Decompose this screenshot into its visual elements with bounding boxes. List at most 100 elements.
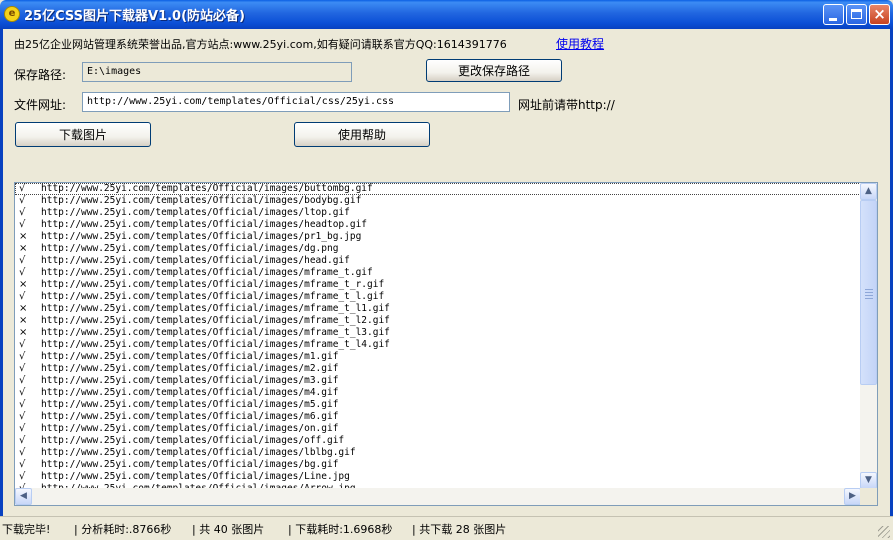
title-bar[interactable]: e 25亿CSS图片下载器V1.0(防站必备) × [0, 0, 893, 29]
status-parse-time: | 分析耗时:.8766秒 [74, 523, 172, 536]
success-check-icon: √ [19, 399, 26, 410]
file-url-input[interactable]: http://www.25yi.com/templates/Official/c… [82, 92, 510, 112]
list-item[interactable]: √ http://www.25yi.com/templates/Official/… [15, 195, 861, 207]
list-item[interactable]: √ http://www.25yi.com/templates/Official/… [15, 207, 861, 219]
save-path-label: 保存路径: [14, 68, 67, 82]
list-item-url: http://www.25yi.com/templates/Official/i… [41, 411, 339, 422]
grip-line [865, 295, 873, 296]
list-item-url: http://www.25yi.com/templates/Official/i… [41, 327, 390, 338]
fail-cross-icon: × [19, 243, 28, 254]
list-item[interactable]: √ http://www.25yi.com/templates/Official/… [15, 267, 861, 279]
close-icon: × [873, 5, 886, 23]
scroll-up-icon[interactable]: ▲ [860, 183, 877, 200]
list-item-url: http://www.25yi.com/templates/Official/i… [41, 471, 350, 482]
list-item[interactable]: √ http://www.25yi.com/templates/Official/… [15, 183, 861, 195]
grip-line [865, 292, 873, 293]
list-item-url: http://www.25yi.com/templates/Official/i… [41, 447, 356, 458]
success-check-icon: √ [19, 195, 26, 206]
list-item[interactable]: √ http://www.25yi.com/templates/Official/… [15, 339, 861, 351]
success-check-icon: √ [19, 471, 26, 482]
list-item-url: http://www.25yi.com/templates/Official/i… [41, 339, 390, 350]
success-check-icon: √ [19, 375, 26, 386]
list-item-url: http://www.25yi.com/templates/Official/i… [41, 195, 362, 206]
list-item[interactable]: √ http://www.25yi.com/templates/Official/… [15, 387, 861, 399]
list-item[interactable]: √ http://www.25yi.com/templates/Official/… [15, 351, 861, 363]
list-item[interactable]: √ http://www.25yi.com/templates/Official/… [15, 399, 861, 411]
success-check-icon: √ [19, 423, 26, 434]
success-check-icon: √ [19, 339, 26, 350]
list-item-url: http://www.25yi.com/templates/Official/i… [41, 459, 339, 470]
fail-cross-icon: × [19, 327, 28, 338]
maximize-button[interactable] [846, 4, 867, 25]
grip-line [865, 298, 873, 299]
list-item-url: http://www.25yi.com/templates/Official/i… [41, 207, 350, 218]
fail-cross-icon: × [19, 231, 28, 242]
list-item[interactable]: × http://www.25yi.com/templates/Official/… [15, 315, 861, 327]
url-hint: 网址前请带http:// [518, 98, 615, 112]
list-item-url: http://www.25yi.com/templates/Official/i… [41, 243, 339, 254]
list-item[interactable]: √ http://www.25yi.com/templates/Official/… [15, 291, 861, 303]
resize-grip-icon[interactable] [878, 526, 890, 538]
list-item-url: http://www.25yi.com/templates/Official/i… [41, 183, 373, 194]
list-item[interactable]: √ http://www.25yi.com/templates/Official/… [15, 471, 861, 483]
window-title: 25亿CSS图片下载器V1.0(防站必备) [24, 9, 245, 24]
scroll-down-icon[interactable]: ▼ [860, 472, 877, 489]
success-check-icon: √ [19, 291, 26, 302]
list-item[interactable]: √ http://www.25yi.com/templates/Official/… [15, 375, 861, 387]
download-images-button[interactable]: 下载图片 [15, 122, 151, 147]
list-item[interactable]: √ http://www.25yi.com/templates/Official/… [15, 459, 861, 471]
save-path-field[interactable]: E:\images [82, 62, 352, 82]
list-item[interactable]: × http://www.25yi.com/templates/Official/… [15, 303, 861, 315]
status-downloaded-count: | 共下载 28 张图片 [412, 523, 507, 536]
list-item[interactable]: √ http://www.25yi.com/templates/Official/… [15, 447, 861, 459]
close-button[interactable]: × [869, 4, 890, 25]
list-item-url: http://www.25yi.com/templates/Official/i… [41, 267, 373, 278]
list-item[interactable]: √ http://www.25yi.com/templates/Official/… [15, 435, 861, 447]
window-frame-left [0, 29, 3, 540]
list-item-url: http://www.25yi.com/templates/Official/i… [41, 303, 390, 314]
list-item[interactable]: × http://www.25yi.com/templates/Official/… [15, 231, 861, 243]
list-item-url: http://www.25yi.com/templates/Official/i… [41, 387, 339, 398]
file-url-label: 文件网址: [14, 98, 67, 112]
list-item[interactable]: √ http://www.25yi.com/templates/Official/… [15, 255, 861, 267]
success-check-icon: √ [19, 387, 26, 398]
fail-cross-icon: × [19, 279, 28, 290]
scrollbar-corner [860, 488, 877, 505]
scroll-thumb[interactable] [860, 200, 877, 385]
list-item[interactable]: × http://www.25yi.com/templates/Official/… [15, 327, 861, 339]
success-check-icon: √ [19, 459, 26, 470]
success-check-icon: √ [19, 207, 26, 218]
status-total-images: | 共 40 张图片 [192, 523, 265, 536]
success-check-icon: √ [19, 267, 26, 278]
list-item[interactable]: √ http://www.25yi.com/templates/Official/… [15, 219, 861, 231]
success-check-icon: √ [19, 219, 26, 230]
list-item-url: http://www.25yi.com/templates/Official/i… [41, 351, 339, 362]
list-item-url: http://www.25yi.com/templates/Official/i… [41, 399, 339, 410]
fail-cross-icon: × [19, 315, 28, 326]
minimize-button[interactable] [823, 4, 844, 25]
list-item[interactable]: √ http://www.25yi.com/templates/Official/… [15, 411, 861, 423]
vertical-scrollbar[interactable]: ▲ ▼ [860, 183, 877, 489]
success-check-icon: √ [19, 351, 26, 362]
list-item[interactable]: × http://www.25yi.com/templates/Official/… [15, 243, 861, 255]
scroll-right-icon[interactable]: ▶ [844, 488, 861, 505]
scroll-left-icon[interactable]: ◀ [15, 488, 32, 505]
list-item-url: http://www.25yi.com/templates/Official/i… [41, 375, 339, 386]
status-download-time: | 下载耗时:1.6968秒 [288, 523, 393, 536]
status-bar: 下载完毕! | 分析耗时:.8766秒 | 共 40 张图片 | 下载耗时:1.… [0, 516, 893, 540]
maximize-icon [851, 9, 862, 19]
horizontal-scrollbar[interactable]: ◀ ▶ [15, 488, 861, 505]
success-check-icon: √ [19, 435, 26, 446]
minimize-icon [829, 18, 837, 21]
result-listbox[interactable]: √ http://www.25yi.com/templates/Official/… [14, 182, 878, 506]
help-button[interactable]: 使用帮助 [294, 122, 430, 147]
list-item[interactable]: √ http://www.25yi.com/templates/Official/… [15, 363, 861, 375]
list-item-url: http://www.25yi.com/templates/Official/i… [41, 315, 390, 326]
list-item[interactable]: × http://www.25yi.com/templates/Official/… [15, 279, 861, 291]
list-item-url: http://www.25yi.com/templates/Official/i… [41, 423, 339, 434]
tutorial-link[interactable]: 使用教程 [556, 35, 604, 52]
list-item[interactable]: √ http://www.25yi.com/templates/Official/… [15, 423, 861, 435]
success-check-icon: √ [19, 411, 26, 422]
info-text: 由25亿企业网站管理系统荣誉出品,官方站点:www.25yi.com,如有疑问请… [14, 38, 507, 51]
change-save-path-button[interactable]: 更改保存路径 [426, 59, 562, 82]
